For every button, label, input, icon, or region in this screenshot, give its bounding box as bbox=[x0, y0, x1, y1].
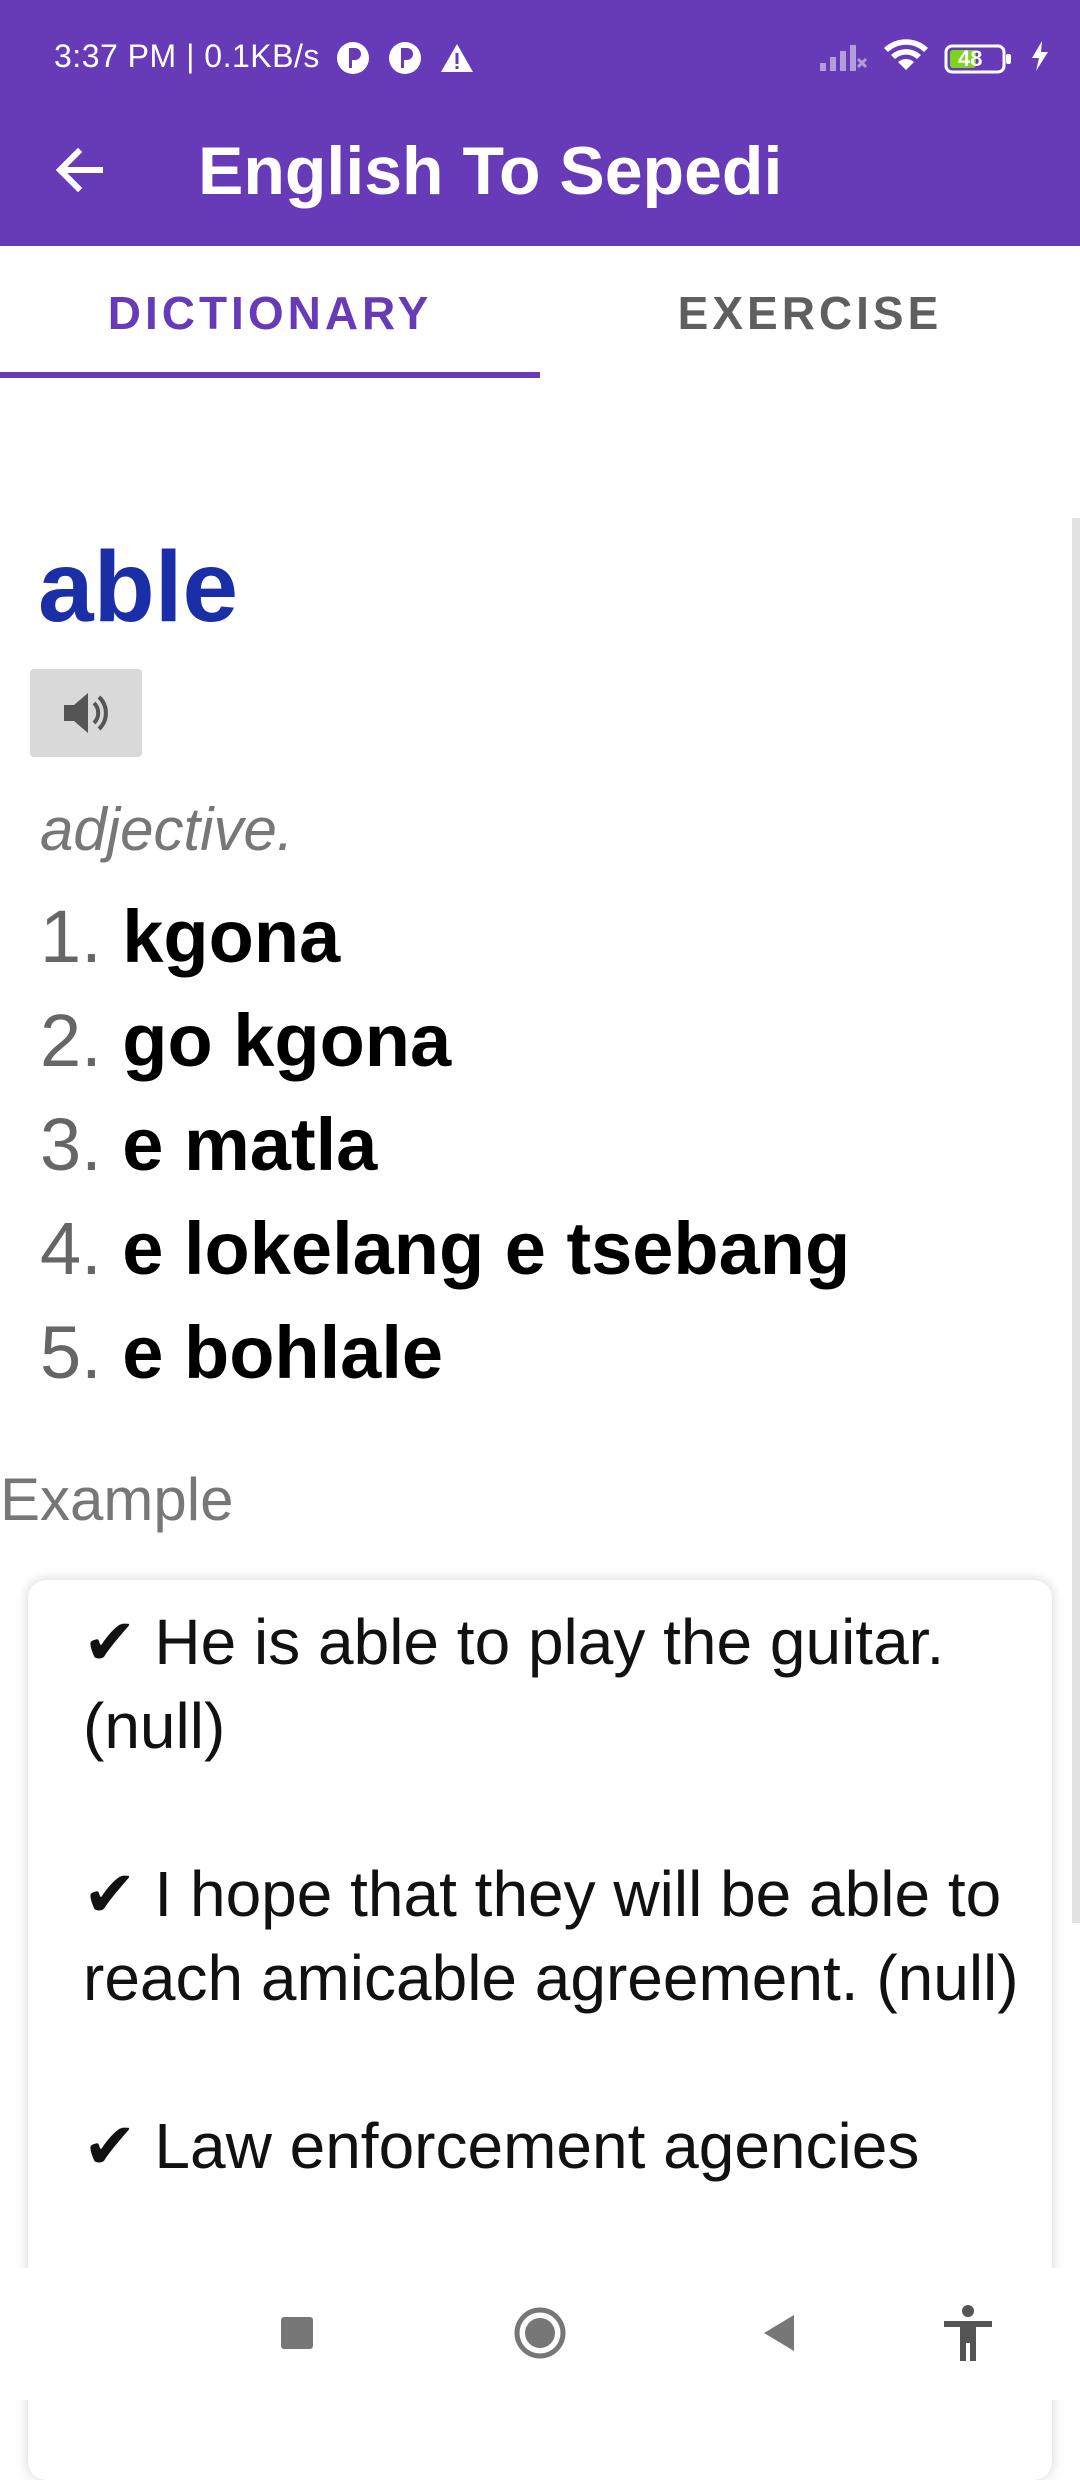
definition-text: kgona bbox=[122, 895, 341, 978]
speaker-icon bbox=[64, 693, 108, 733]
signal-icon bbox=[818, 39, 868, 78]
nav-home-button[interactable] bbox=[505, 2298, 575, 2368]
nav-recent-button[interactable] bbox=[262, 2298, 332, 2368]
charging-icon bbox=[1028, 39, 1050, 78]
circle-icon bbox=[514, 2307, 566, 2359]
nav-back-button[interactable] bbox=[745, 2298, 815, 2368]
definition-number: 3. bbox=[40, 1103, 102, 1186]
status-notification-icons bbox=[335, 40, 475, 81]
headword: able bbox=[38, 531, 239, 643]
system-nav-bar bbox=[0, 2268, 1080, 2400]
accessibility-icon bbox=[944, 2305, 992, 2361]
battery-level: 48 bbox=[958, 45, 983, 71]
example-sentence: ✔ I hope that they will be able to reach… bbox=[83, 1858, 1019, 2014]
square-icon bbox=[281, 2317, 313, 2349]
definition-number: 1. bbox=[40, 895, 102, 978]
example-sentence: ✔ Law enforcement agencies bbox=[83, 2110, 920, 2182]
nav-accessibility-button[interactable] bbox=[933, 2298, 1003, 2368]
example-heading: Example bbox=[0, 1466, 234, 1533]
tab-exercise[interactable]: EXERCISE bbox=[540, 246, 1080, 380]
back-button[interactable] bbox=[50, 140, 110, 200]
tab-dictionary[interactable]: DICTIONARY bbox=[0, 246, 540, 380]
part-of-speech: adjective. bbox=[40, 796, 294, 863]
status-time-speed: 3:37 PM | 0.1KB/s bbox=[54, 38, 320, 74]
battery-icon: 48 bbox=[944, 42, 1014, 76]
status-system-icons: 48 bbox=[818, 38, 1050, 79]
pronounce-button[interactable] bbox=[30, 669, 142, 757]
triangle-back-icon bbox=[764, 2315, 794, 2351]
definition-number: 2. bbox=[40, 999, 102, 1082]
app-title: English To Sepedi bbox=[198, 133, 783, 209]
definitions-list: 1. kgona 2. go kgona 3. e matla 4. e lok… bbox=[40, 885, 850, 1405]
tab-indicator bbox=[0, 372, 540, 378]
definition-item: 2. go kgona bbox=[40, 989, 850, 1093]
definition-number: 5. bbox=[40, 1311, 102, 1394]
definition-item: 3. e matla bbox=[40, 1093, 850, 1197]
definition-number: 4. bbox=[40, 1207, 102, 1290]
example-sentence: ✔ He is able to play the guitar. (null) bbox=[83, 1606, 945, 1762]
example-list: ✔ He is able to play the guitar. (null) … bbox=[83, 1600, 1043, 2272]
definition-text: go kgona bbox=[122, 999, 452, 1082]
scrollbar[interactable] bbox=[1072, 518, 1080, 1923]
notification-icon bbox=[387, 40, 423, 81]
definition-text: e bohlale bbox=[122, 1311, 444, 1394]
definition-item: 5. e bohlale bbox=[40, 1301, 850, 1405]
definition-text: e lokelang e tsebang bbox=[122, 1207, 851, 1290]
warning-icon bbox=[439, 40, 475, 81]
notification-icon bbox=[335, 40, 371, 81]
tab-bar: DICTIONARY EXERCISE bbox=[0, 246, 1080, 380]
definition-item: 4. e lokelang e tsebang bbox=[40, 1197, 850, 1301]
wifi-icon bbox=[882, 38, 930, 79]
definition-text: e matla bbox=[122, 1103, 378, 1186]
status-bar: 3:37 PM | 0.1KB/s 48 bbox=[0, 0, 1080, 122]
definition-item: 1. kgona bbox=[40, 885, 850, 989]
arrow-left-icon bbox=[55, 147, 103, 193]
